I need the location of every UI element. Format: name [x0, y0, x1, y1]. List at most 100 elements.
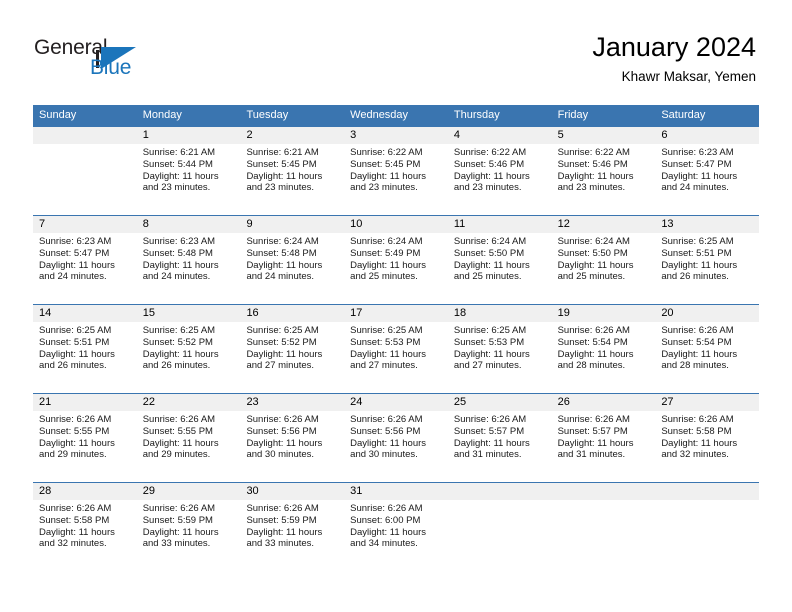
sunrise-text: Sunrise: 6:25 AM — [453, 325, 527, 336]
day-cell[interactable]: 30 Sunrise: 6:26 AM Sunset: 5:59 PM Dayl… — [240, 483, 345, 571]
daylight-text-line2: and 28 minutes. — [661, 360, 729, 372]
day-cell[interactable]: 2 Sunrise: 6:21 AM Sunset: 5:45 PM Dayli… — [240, 127, 345, 215]
day-cell[interactable]: 15 Sunrise: 6:25 AM Sunset: 5:52 PM Dayl… — [136, 305, 241, 393]
day-details: Sunrise: 6:22 AM Sunset: 5:46 PM Dayligh… — [448, 144, 552, 194]
day-number: 26 — [551, 394, 656, 411]
day-cell[interactable]: 4 Sunrise: 6:22 AM Sunset: 5:46 PM Dayli… — [447, 127, 552, 215]
day-cell[interactable]: 6 Sunrise: 6:23 AM Sunset: 5:47 PM Dayli… — [655, 127, 760, 215]
daylight-text-line1: Daylight: 11 hours — [661, 259, 738, 271]
day-details: Sunrise: 6:26 AM Sunset: 5:57 PM Dayligh… — [552, 411, 656, 461]
sunset-text: Sunset: 5:48 PM — [246, 247, 317, 259]
day-cell[interactable]: 23 Sunrise: 6:26 AM Sunset: 5:56 PM Dayl… — [240, 394, 345, 482]
day-cell[interactable]: 12 Sunrise: 6:24 AM Sunset: 5:50 PM Dayl… — [551, 216, 656, 304]
day-cell[interactable]: 1 Sunrise: 6:21 AM Sunset: 5:44 PM Dayli… — [136, 127, 241, 215]
day-details: Sunrise: 6:26 AM Sunset: 5:55 PM Dayligh… — [33, 411, 137, 461]
day-cell[interactable]: 17 Sunrise: 6:25 AM Sunset: 5:53 PM Dayl… — [344, 305, 448, 393]
sunrise-text: Sunrise: 6:26 AM — [39, 503, 112, 514]
daylight-text-line1: Daylight: 11 hours — [661, 437, 738, 449]
day-cell[interactable] — [655, 483, 760, 571]
day-cell[interactable]: 28 Sunrise: 6:26 AM Sunset: 5:58 PM Dayl… — [33, 483, 137, 571]
daylight-text-line1: Daylight: 11 hours — [661, 348, 738, 360]
day-cell[interactable]: 3 Sunrise: 6:22 AM Sunset: 5:45 PM Dayli… — [344, 127, 448, 215]
sunrise-text: Sunrise: 6:23 AM — [39, 236, 112, 247]
daylight-text-line2: and 23 minutes. — [246, 182, 315, 194]
day-cell[interactable] — [33, 127, 137, 215]
day-cell[interactable]: 13 Sunrise: 6:25 AM Sunset: 5:51 PM Dayl… — [655, 216, 760, 304]
day-cell[interactable]: 16 Sunrise: 6:25 AM Sunset: 5:52 PM Dayl… — [240, 305, 345, 393]
sunrise-text: Sunrise: 6:23 AM — [661, 147, 734, 158]
daylight-text-line2: and 29 minutes. — [39, 449, 107, 461]
sunset-text: Sunset: 5:59 PM — [246, 514, 317, 526]
day-cell[interactable]: 25 Sunrise: 6:26 AM Sunset: 5:57 PM Dayl… — [447, 394, 552, 482]
weekday-header-sunday: Sunday — [39, 109, 77, 121]
sunset-text: Sunset: 5:51 PM — [39, 336, 110, 348]
day-number: 25 — [447, 394, 552, 411]
day-cell[interactable]: 31 Sunrise: 6:26 AM Sunset: 6:00 PM Dayl… — [344, 483, 448, 571]
daylight-text-line2: and 27 minutes. — [350, 360, 418, 372]
day-details: Sunrise: 6:26 AM Sunset: 5:58 PM Dayligh… — [655, 411, 759, 461]
day-cell[interactable]: 5 Sunrise: 6:22 AM Sunset: 5:46 PM Dayli… — [551, 127, 656, 215]
daylight-text-line2: and 29 minutes. — [142, 449, 211, 461]
day-details: Sunrise: 6:24 AM Sunset: 5:49 PM Dayligh… — [344, 233, 448, 283]
day-number: 6 — [655, 127, 760, 144]
daylight-text-line2: and 24 minutes. — [39, 271, 107, 283]
week-row: 28 Sunrise: 6:26 AM Sunset: 5:58 PM Dayl… — [33, 482, 760, 571]
sunrise-text: Sunrise: 6:25 AM — [39, 325, 112, 336]
day-cell[interactable]: 29 Sunrise: 6:26 AM Sunset: 5:59 PM Dayl… — [136, 483, 241, 571]
day-cell[interactable]: 24 Sunrise: 6:26 AM Sunset: 5:56 PM Dayl… — [344, 394, 448, 482]
daylight-text-line2: and 31 minutes. — [557, 449, 626, 461]
day-cell[interactable]: 21 Sunrise: 6:26 AM Sunset: 5:55 PM Dayl… — [33, 394, 137, 482]
sunrise-text: Sunrise: 6:24 AM — [557, 236, 630, 247]
day-cell[interactable]: 20 Sunrise: 6:26 AM Sunset: 5:54 PM Dayl… — [655, 305, 760, 393]
day-cell[interactable]: 22 Sunrise: 6:26 AM Sunset: 5:55 PM Dayl… — [136, 394, 241, 482]
weekday-header-monday: Monday — [142, 109, 182, 121]
day-number — [551, 483, 656, 500]
day-details — [33, 144, 137, 147]
day-cell[interactable]: 19 Sunrise: 6:26 AM Sunset: 5:54 PM Dayl… — [551, 305, 656, 393]
sunrise-text: Sunrise: 6:26 AM — [557, 325, 630, 336]
sunset-text: Sunset: 5:48 PM — [142, 247, 213, 259]
weekday-header-friday: Friday — [557, 109, 589, 121]
daylight-text-line2: and 26 minutes. — [39, 360, 107, 372]
sunset-text: Sunset: 5:55 PM — [142, 425, 213, 437]
day-cell[interactable] — [551, 483, 656, 571]
weekday-header-saturday: Saturday — [661, 109, 706, 121]
day-details: Sunrise: 6:21 AM Sunset: 5:44 PM Dayligh… — [137, 144, 241, 194]
day-cell[interactable]: 27 Sunrise: 6:26 AM Sunset: 5:58 PM Dayl… — [655, 394, 760, 482]
daylight-text-line2: and 33 minutes. — [142, 538, 211, 550]
sunrise-text: Sunrise: 6:25 AM — [350, 325, 423, 336]
daylight-text-line2: and 27 minutes. — [246, 360, 315, 372]
day-details: Sunrise: 6:26 AM Sunset: 6:00 PM Dayligh… — [344, 500, 448, 550]
day-details: Sunrise: 6:24 AM Sunset: 5:48 PM Dayligh… — [240, 233, 344, 283]
sunset-text: Sunset: 5:57 PM — [453, 425, 525, 437]
sunrise-text: Sunrise: 6:21 AM — [246, 147, 319, 158]
day-cell[interactable]: 14 Sunrise: 6:25 AM Sunset: 5:51 PM Dayl… — [33, 305, 137, 393]
sunset-text: Sunset: 5:46 PM — [453, 158, 525, 170]
daylight-text-line1: Daylight: 11 hours — [142, 526, 219, 538]
sunrise-text: Sunrise: 6:25 AM — [661, 236, 734, 247]
daylight-text-line2: and 32 minutes. — [39, 538, 107, 550]
sunset-text: Sunset: 5:56 PM — [246, 425, 317, 437]
sunrise-text: Sunrise: 6:22 AM — [557, 147, 630, 158]
daylight-text-line1: Daylight: 11 hours — [142, 348, 219, 360]
sunrise-text: Sunrise: 6:26 AM — [350, 503, 423, 514]
day-cell[interactable]: 10 Sunrise: 6:24 AM Sunset: 5:49 PM Dayl… — [344, 216, 448, 304]
day-cell[interactable]: 18 Sunrise: 6:25 AM Sunset: 5:53 PM Dayl… — [447, 305, 552, 393]
day-details: Sunrise: 6:26 AM Sunset: 5:59 PM Dayligh… — [137, 500, 241, 550]
day-cell[interactable] — [447, 483, 552, 571]
day-details: Sunrise: 6:26 AM Sunset: 5:54 PM Dayligh… — [552, 322, 656, 372]
day-cell[interactable]: 7 Sunrise: 6:23 AM Sunset: 5:47 PM Dayli… — [33, 216, 137, 304]
daylight-text-line1: Daylight: 11 hours — [246, 437, 323, 449]
day-details: Sunrise: 6:26 AM Sunset: 5:54 PM Dayligh… — [655, 322, 759, 372]
sunset-text: Sunset: 5:55 PM — [39, 425, 110, 437]
sunset-text: Sunset: 5:57 PM — [557, 425, 628, 437]
page-header: General Blue January 2024 Khawr Maksar, … — [0, 0, 792, 100]
week-row: 21 Sunrise: 6:26 AM Sunset: 5:55 PM Dayl… — [33, 393, 760, 482]
daylight-text-line2: and 33 minutes. — [246, 538, 315, 550]
daylight-text-line1: Daylight: 11 hours — [661, 170, 738, 182]
day-cell[interactable]: 8 Sunrise: 6:23 AM Sunset: 5:48 PM Dayli… — [136, 216, 241, 304]
day-cell[interactable]: 9 Sunrise: 6:24 AM Sunset: 5:48 PM Dayli… — [240, 216, 345, 304]
day-cell[interactable]: 11 Sunrise: 6:24 AM Sunset: 5:50 PM Dayl… — [447, 216, 552, 304]
day-cell[interactable]: 26 Sunrise: 6:26 AM Sunset: 5:57 PM Dayl… — [551, 394, 656, 482]
sunset-text: Sunset: 5:53 PM — [350, 336, 421, 348]
